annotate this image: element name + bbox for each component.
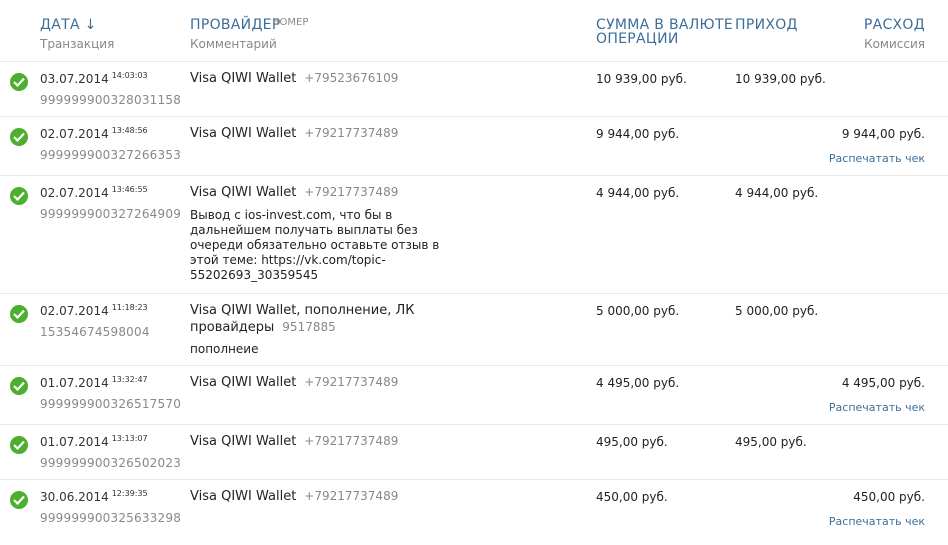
row-date: 01.07.2014 13:13:07 [40, 434, 148, 449]
row-date: 02.07.2014 11:18:23 [40, 303, 148, 318]
check-circle-icon [10, 491, 28, 509]
sort-by-date-header[interactable]: ДАТА ↓ [40, 17, 97, 33]
row-number: +79217737489 [304, 489, 399, 503]
row-number: 9517885 [282, 320, 336, 334]
check-circle-icon [10, 305, 28, 323]
row-provider-line2: провайдеры [190, 320, 275, 335]
row-number: +79217737489 [304, 375, 399, 389]
row-date: 03.07.2014 14:03:03 [40, 71, 148, 86]
provider-header[interactable]: ПРОВАЙДЕР [190, 17, 281, 33]
row-amount: 5 000,00 руб. [596, 304, 680, 318]
table-header: ДАТА ↓ Транзакция ПРОВАЙДЕР НОМЕР Коммен… [0, 0, 948, 60]
row-transaction-id: 999999900328031158 [40, 93, 182, 107]
comment-subheader: Комментарий [190, 37, 277, 51]
table-row[interactable]: 02.07.2014 11:18:23 15354674598004 Visa Q… [0, 293, 948, 366]
row-amount: 4 495,00 руб. [596, 376, 680, 390]
table-row[interactable]: 02.07.2014 13:46:55 999999900327264909 Vi… [0, 175, 948, 294]
row-income: 4 944,00 руб. [735, 186, 819, 200]
row-time: 13:48:56 [111, 126, 148, 135]
row-provider: Visa QIWI Wallet +79523676109 [190, 71, 399, 86]
table-row[interactable]: 01.07.2014 13:32:47 999999900326517570 Vi… [0, 365, 948, 425]
row-provider: Visa QIWI Wallet +79217737489 [190, 185, 399, 200]
print-receipt-link[interactable]: Распечатать чек [829, 152, 925, 165]
row-transaction-id: 999999900326502023 [40, 456, 182, 470]
amount-header-line2[interactable]: ОПЕРАЦИИ [596, 31, 679, 47]
row-amount: 9 944,00 руб. [596, 127, 680, 141]
row-date: 01.07.2014 13:32:47 [40, 375, 148, 390]
table-row[interactable]: 03.07.2014 14:03:03 999999900328031158 Vi… [0, 61, 948, 117]
check-circle-icon [10, 73, 28, 91]
row-time: 13:13:07 [111, 434, 148, 443]
row-transaction-id: 999999900326517570 [40, 397, 182, 411]
row-income: 5 000,00 руб. [735, 304, 819, 318]
commission-subheader: Комиссия [864, 37, 925, 51]
table-row[interactable]: 01.07.2014 13:13:07 999999900326502023 Vi… [0, 424, 948, 480]
row-number: +79217737489 [304, 434, 399, 448]
number-header: НОМЕР [272, 17, 309, 28]
check-circle-icon [10, 187, 28, 205]
row-provider: Visa QIWI Wallet +79217737489 [190, 375, 399, 390]
row-provider: Visa QIWI Wallet, пополнение, ЛК провайд… [190, 302, 450, 336]
row-income: 495,00 руб. [735, 435, 807, 449]
row-amount: 450,00 руб. [596, 490, 668, 504]
row-transaction-id: 999999900327264909 [40, 207, 182, 221]
table-row[interactable]: 02.07.2014 13:48:56 999999900327266353 Vi… [0, 116, 948, 176]
row-amount: 4 944,00 руб. [596, 186, 680, 200]
row-transaction-id: 15354674598004 [40, 325, 150, 339]
row-date: 30.06.2014 12:39:35 [40, 489, 148, 504]
row-provider: Visa QIWI Wallet +79217737489 [190, 126, 399, 141]
row-transaction-id: 999999900325633298 [40, 511, 182, 525]
row-time: 13:32:47 [111, 375, 148, 384]
row-provider: Visa QIWI Wallet +79217737489 [190, 434, 399, 449]
income-header[interactable]: ПРИХОД [735, 17, 798, 33]
row-date: 02.07.2014 13:46:55 [40, 185, 148, 200]
row-expense: 4 495,00 руб. [841, 376, 925, 390]
expense-header[interactable]: РАСХОД [864, 17, 925, 33]
transaction-subheader: Транзакция [40, 37, 115, 51]
row-comment: пополнеие [190, 342, 259, 356]
print-receipt-link[interactable]: Распечатать чек [829, 515, 925, 528]
table-row[interactable]: 30.06.2014 12:39:35 999999900325633298 Vi… [0, 479, 948, 542]
row-time: 13:46:55 [111, 185, 148, 194]
check-circle-icon [10, 436, 28, 454]
row-provider: Visa QIWI Wallet +79217737489 [190, 489, 399, 504]
check-circle-icon [10, 377, 28, 395]
row-number: +79217737489 [304, 126, 399, 140]
row-amount: 495,00 руб. [596, 435, 668, 449]
row-transaction-id: 999999900327266353 [40, 148, 182, 162]
row-amount: 10 939,00 руб. [596, 72, 687, 86]
row-expense: 9 944,00 руб. [841, 127, 925, 141]
row-time: 12:39:35 [111, 489, 148, 498]
row-comment: Вывод с ios-invest.com, что бы в дальней… [190, 208, 440, 282]
row-number: +79217737489 [304, 185, 399, 199]
row-date: 02.07.2014 13:48:56 [40, 126, 148, 141]
row-number: +79523676109 [304, 71, 399, 85]
row-provider-line1: Visa QIWI Wallet, пополнение, ЛК [190, 303, 415, 318]
row-expense: 450,00 руб. [853, 490, 925, 504]
row-time: 14:03:03 [111, 71, 148, 80]
row-time: 11:18:23 [111, 303, 148, 312]
print-receipt-link[interactable]: Распечатать чек [829, 401, 925, 414]
row-income: 10 939,00 руб. [735, 72, 826, 86]
check-circle-icon [10, 128, 28, 146]
